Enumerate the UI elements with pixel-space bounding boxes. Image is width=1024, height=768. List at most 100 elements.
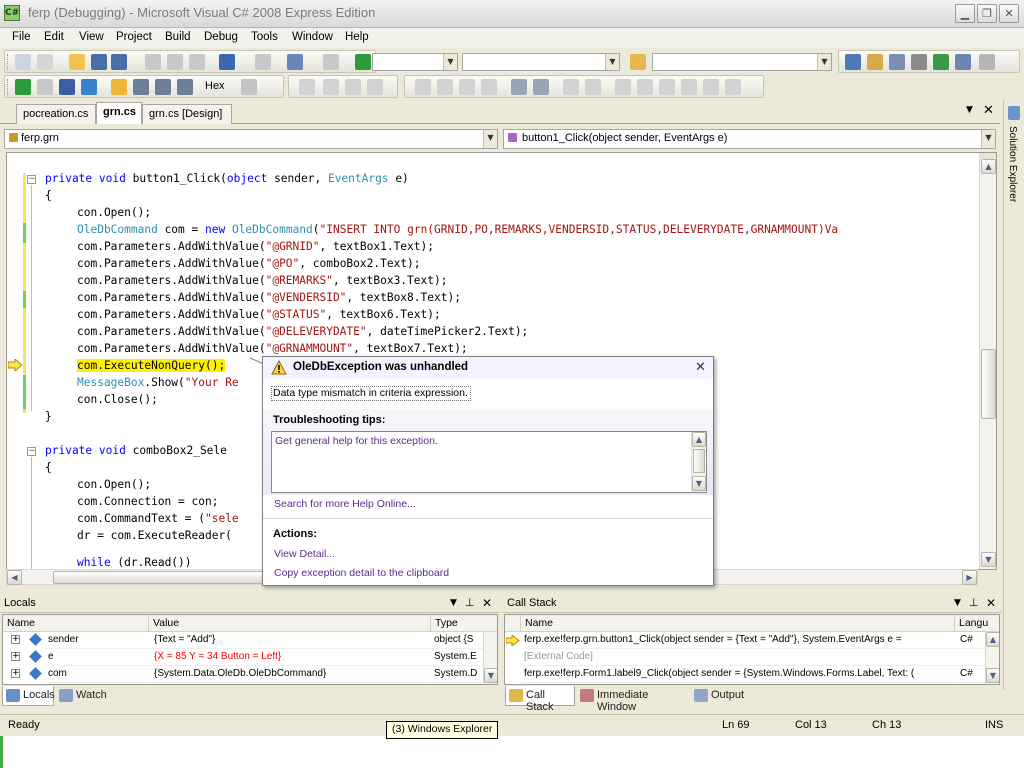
local-value[interactable]: {System.Data.OleDb.OleDbCommand}	[151, 666, 429, 683]
uncomment-icon[interactable]	[585, 79, 601, 95]
tips-scrollbar[interactable]: ▲ ▼	[691, 432, 706, 492]
table-row[interactable]: + e {X = 85 Y = 34 Button = Left} System…	[3, 649, 497, 666]
stop-debugging-icon[interactable]	[59, 79, 75, 95]
scroll-thumb[interactable]	[981, 349, 996, 419]
callstack-frame[interactable]: ferp.exe!ferp.Form1.label9_Click(object …	[521, 666, 955, 683]
table-row[interactable]: ferp.exe!ferp.Form1.label9_Click(object …	[505, 666, 999, 683]
menu-project[interactable]: Project	[116, 31, 152, 43]
solution-explorer-autohide-tab[interactable]: Solution Explorer	[1003, 100, 1024, 690]
menu-tools[interactable]: Tools	[251, 31, 278, 43]
scroll-up-icon[interactable]: ▲	[981, 159, 996, 174]
active-files-dropdown-icon[interactable]: ▼	[966, 105, 973, 115]
layout-icon[interactable]	[367, 79, 383, 95]
tab-grn-cs-design[interactable]: grn.cs [Design]	[142, 104, 232, 124]
scroll-thumb[interactable]	[693, 449, 705, 473]
troubleshooting-tips-list[interactable]: Get general help for this exception. ▲ ▼	[271, 431, 707, 493]
menu-view[interactable]: View	[79, 31, 104, 43]
table-row[interactable]: [External Code]	[505, 649, 999, 666]
restart-icon[interactable]	[81, 79, 97, 95]
find-combo[interactable]: ▼	[652, 53, 832, 71]
menu-help[interactable]: Help	[345, 31, 369, 43]
menu-build[interactable]: Build	[165, 31, 191, 43]
find-in-files-icon[interactable]	[630, 54, 646, 70]
title-bar[interactable]: C# ferp (Debugging) - Microsoft Visual C…	[0, 0, 1024, 28]
undo-icon[interactable]	[219, 54, 235, 70]
properties-icon[interactable]	[867, 54, 883, 70]
step-over-icon[interactable]	[155, 79, 171, 95]
scroll-down-icon[interactable]: ▼	[981, 552, 996, 567]
locals-col-type[interactable]: Type	[431, 615, 497, 632]
close-icon[interactable]: ✕	[695, 360, 706, 375]
splitter[interactable]	[979, 153, 996, 159]
collapse-toggle[interactable]: −	[27, 175, 36, 184]
local-value[interactable]: {Text = "Add"}	[151, 632, 429, 649]
toolbar-grip[interactable]	[7, 79, 10, 95]
scroll-right-icon[interactable]: ▶	[962, 570, 977, 585]
callstack-grid[interactable]: Name Langu ferp.exe!ferp.grn.button1_Cli…	[504, 614, 1000, 685]
window-position-icon[interactable]: ▼	[954, 598, 961, 608]
complete-word-icon[interactable]	[481, 79, 497, 95]
close-pane-icon[interactable]: ✕	[482, 596, 492, 610]
menu-debug[interactable]: Debug	[204, 31, 238, 43]
hex-toggle[interactable]: Hex	[205, 80, 225, 92]
bookmark-clear-icon[interactable]	[703, 79, 719, 95]
continue-icon[interactable]	[15, 79, 31, 95]
menu-window[interactable]: Window	[292, 31, 333, 43]
search-help-online-link[interactable]: Search for more Help Online...	[274, 498, 416, 510]
new-project-icon[interactable]	[15, 54, 31, 70]
add-item-icon[interactable]	[37, 54, 53, 70]
object-browser-icon[interactable]	[889, 54, 905, 70]
close-button[interactable]: ✕	[999, 4, 1019, 23]
editor-vertical-scrollbar[interactable]: ▲ ▼	[979, 153, 996, 569]
table-row[interactable]: + com {System.Data.OleDb.OleDbCommand} S…	[3, 666, 497, 683]
solution-explorer-icon[interactable]	[845, 54, 861, 70]
pin-icon[interactable]: ⊥	[969, 596, 979, 609]
cut-icon[interactable]	[145, 54, 161, 70]
step-into-icon[interactable]	[133, 79, 149, 95]
toolbar-grip[interactable]	[7, 54, 10, 70]
collapse-toggle[interactable]: −	[27, 447, 36, 456]
expand-icon[interactable]: +	[11, 635, 20, 644]
expand-icon[interactable]: +	[11, 669, 20, 678]
copy-icon[interactable]	[167, 54, 183, 70]
tab-output[interactable]: Output	[691, 686, 749, 706]
scroll-thumb[interactable]	[53, 571, 267, 584]
bookmark-next-icon[interactable]	[659, 79, 675, 95]
save-icon[interactable]	[91, 54, 107, 70]
expand-icon[interactable]: +	[11, 652, 20, 661]
show-next-statement-icon[interactable]	[111, 79, 127, 95]
tab-locals[interactable]: Locals	[2, 686, 55, 706]
tab-pocreation-cs[interactable]: pocreation.cs	[16, 104, 96, 124]
redo-icon[interactable]	[255, 54, 271, 70]
help-link[interactable]: Get general help for this exception.	[275, 435, 438, 447]
callstack-col-language[interactable]: Langu	[955, 615, 999, 632]
tab-call-stack[interactable]: Call Stack	[505, 686, 575, 713]
maximize-button[interactable]: ❐	[977, 4, 997, 23]
callstack-frame-external[interactable]: [External Code]	[521, 649, 955, 666]
parameter-info-icon[interactable]	[437, 79, 453, 95]
scroll-down-icon[interactable]: ▼	[484, 668, 497, 683]
solution-platform-combo[interactable]: ▼	[462, 53, 620, 71]
close-pane-icon[interactable]: ✕	[986, 596, 996, 610]
solution-config-combo[interactable]: ▼	[372, 53, 458, 71]
scroll-down-icon[interactable]: ▼	[986, 668, 999, 683]
copy-exception-detail-link[interactable]: Copy exception detail to the clipboard	[274, 567, 449, 579]
list-members-icon[interactable]	[415, 79, 431, 95]
locals-col-value[interactable]: Value	[149, 615, 431, 632]
app-icon[interactable]: C#	[4, 5, 20, 21]
callstack-col-name[interactable]: Name	[521, 615, 955, 632]
pin-icon[interactable]: ⊥	[465, 596, 475, 609]
navigate-backward-icon[interactable]	[287, 54, 303, 70]
close-document-icon[interactable]: ✕	[983, 103, 994, 118]
exception-message[interactable]: Data type mismatch in criteria expressio…	[271, 386, 471, 401]
start-page-icon[interactable]	[933, 54, 949, 70]
open-file-icon[interactable]	[69, 54, 85, 70]
local-value-changed[interactable]: {X = 85 Y = 34 Button = Left}	[151, 649, 429, 666]
locals-scrollbar[interactable]: ▼	[483, 632, 497, 684]
paste-icon[interactable]	[189, 54, 205, 70]
break-all-icon[interactable]	[37, 79, 53, 95]
comment-icon[interactable]	[563, 79, 579, 95]
table-row[interactable]: + sender {Text = "Add"} object {S	[3, 632, 497, 649]
minimize-button[interactable]: ▁	[955, 4, 975, 23]
layout-icon[interactable]	[299, 79, 315, 95]
